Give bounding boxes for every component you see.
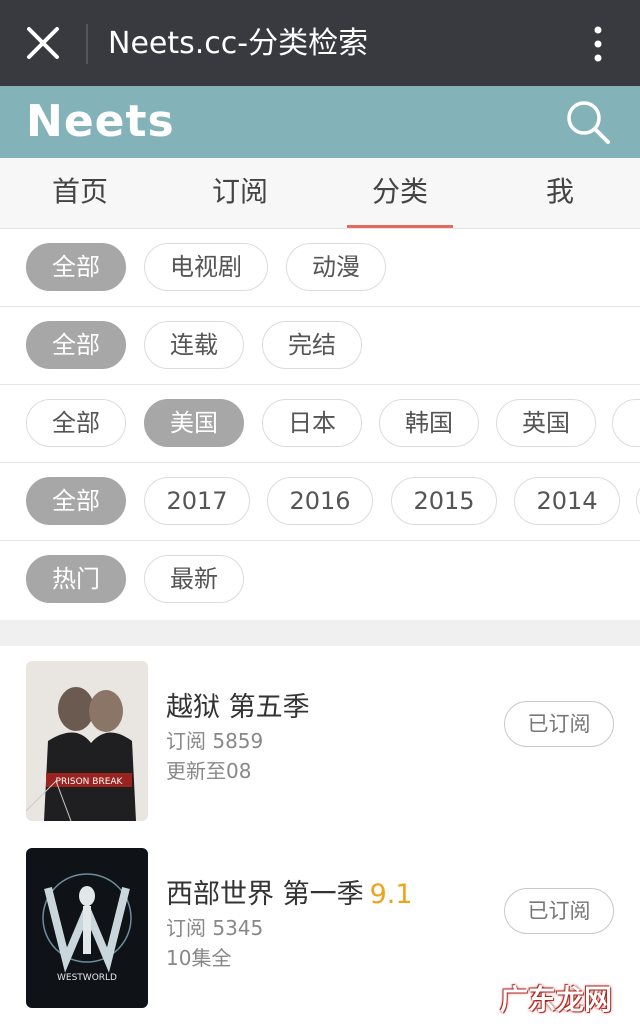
filter-status-all[interactable]: 全部 bbox=[26, 321, 126, 369]
tab-home[interactable]: 首页 bbox=[0, 158, 160, 228]
subscribed-button[interactable]: 已订阅 bbox=[504, 888, 614, 934]
filter-row-year: 全部 2017 2016 2015 2014 bbox=[0, 463, 640, 541]
poster-title-westworld: WESTWORLD bbox=[57, 973, 117, 983]
filter-year-2016[interactable]: 2016 bbox=[267, 477, 373, 525]
subscribed-button[interactable]: 已订阅 bbox=[504, 701, 614, 747]
poster-title-prison-break: PRISON BREAK bbox=[56, 777, 124, 787]
filter-year-2015[interactable]: 2015 bbox=[391, 477, 497, 525]
tab-categories[interactable]: 分类 bbox=[320, 158, 480, 228]
show-item-prison-break[interactable]: PRISON BREAK 越狱 第五季 订阅 5859 更新至08 已订阅 bbox=[0, 647, 640, 821]
filter-row-type: 全部 电视剧 动漫 bbox=[0, 229, 640, 307]
update-progress: 10集全 bbox=[166, 946, 232, 970]
poster-westworld: WESTWORLD bbox=[26, 848, 148, 1008]
close-icon[interactable] bbox=[22, 22, 64, 64]
watermark: 广东龙网 bbox=[499, 983, 612, 1016]
filter-region-more[interactable] bbox=[612, 399, 640, 447]
filter-type-tv[interactable]: 电视剧 bbox=[144, 243, 268, 291]
title-bar: Neets.cc-分类检索 bbox=[0, 0, 640, 86]
show-title-text: 越狱 第五季 bbox=[166, 692, 310, 723]
subscriber-count: 订阅 5859 bbox=[166, 729, 264, 753]
show-title: 西部世界 第一季 9.1 bbox=[166, 872, 413, 911]
filter-row-status: 全部 连载 完结 bbox=[0, 307, 640, 385]
tab-subscriptions[interactable]: 订阅 bbox=[160, 158, 320, 228]
poster-prison-break: PRISON BREAK bbox=[26, 661, 148, 821]
filter-row-region: 全部 美国 日本 韩国 英国 bbox=[0, 385, 640, 463]
filter-year-2017[interactable]: 2017 bbox=[144, 477, 250, 525]
neets-logo[interactable]: Neets bbox=[26, 92, 175, 152]
filter-region-japan[interactable]: 日本 bbox=[262, 399, 362, 447]
filter-status-ongoing[interactable]: 连载 bbox=[144, 321, 244, 369]
show-score: 9.1 bbox=[369, 879, 413, 910]
filter-status-finished[interactable]: 完结 bbox=[262, 321, 362, 369]
sort-latest[interactable]: 最新 bbox=[144, 555, 244, 603]
filter-panel: 全部 电视剧 动漫 全部 连载 完结 全部 美国 日本 韩国 英国 全部 201… bbox=[0, 229, 640, 618]
filter-row-sort: 热门 最新 bbox=[0, 541, 640, 618]
tab-me[interactable]: 我 bbox=[480, 158, 640, 228]
filter-region-all[interactable]: 全部 bbox=[26, 399, 126, 447]
section-divider bbox=[0, 620, 640, 646]
filter-region-usa[interactable]: 美国 bbox=[144, 399, 244, 447]
search-icon[interactable] bbox=[564, 98, 612, 146]
window-title: Neets.cc-分类检索 bbox=[108, 26, 369, 61]
filter-year-more[interactable] bbox=[636, 477, 640, 525]
subscriber-count: 订阅 5345 bbox=[166, 916, 264, 940]
filter-region-korea[interactable]: 韩国 bbox=[379, 399, 479, 447]
brand-bar: Neets bbox=[0, 86, 640, 158]
filter-year-2014[interactable]: 2014 bbox=[514, 477, 620, 525]
show-title: 越狱 第五季 bbox=[166, 685, 310, 724]
update-progress: 更新至08 bbox=[166, 759, 252, 783]
title-separator bbox=[86, 24, 88, 64]
sort-hot[interactable]: 热门 bbox=[26, 555, 126, 603]
more-options-icon[interactable] bbox=[578, 22, 618, 66]
filter-region-uk[interactable]: 英国 bbox=[496, 399, 596, 447]
show-title-text: 西部世界 第一季 bbox=[166, 879, 364, 910]
filter-type-all[interactable]: 全部 bbox=[26, 243, 126, 291]
main-tabs: 首页 订阅 分类 我 bbox=[0, 158, 640, 229]
filter-type-anime[interactable]: 动漫 bbox=[286, 243, 386, 291]
filter-year-all[interactable]: 全部 bbox=[26, 477, 126, 525]
